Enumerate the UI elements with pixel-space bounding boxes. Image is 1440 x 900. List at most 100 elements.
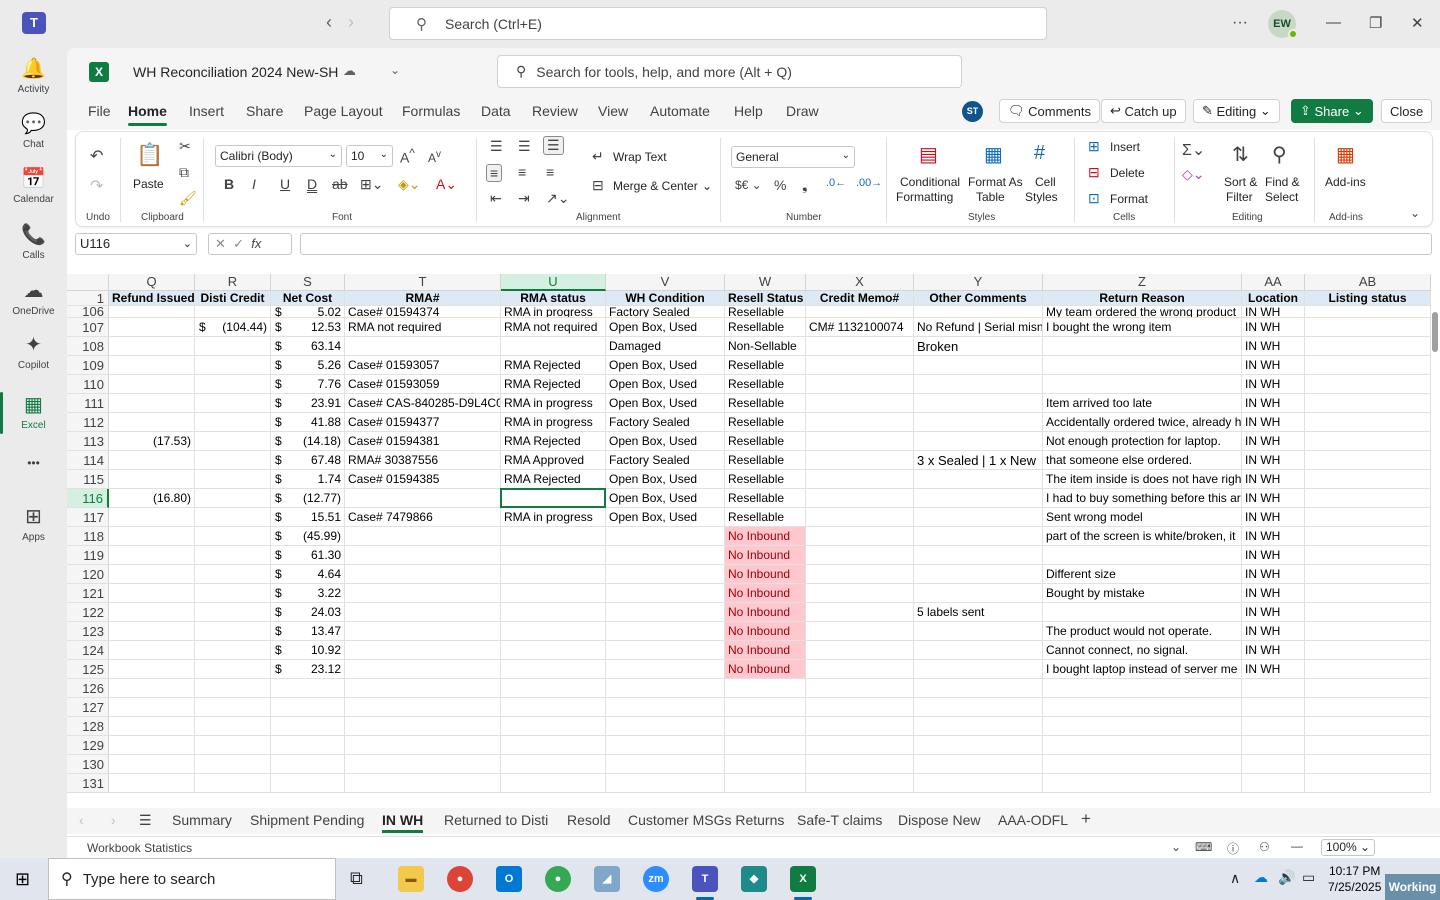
cell-r116[interactable] (195, 489, 271, 508)
cell-s117[interactable]: $15.51 (271, 508, 345, 527)
paste-icon[interactable]: 📋 (136, 142, 163, 168)
column-header-s[interactable]: S (271, 274, 345, 291)
cell-ab113[interactable] (1305, 432, 1431, 451)
wrap-text-icon[interactable]: ↵ (592, 148, 604, 165)
cell-q118[interactable] (109, 527, 195, 546)
vertical-scrollbar[interactable] (1432, 312, 1438, 352)
column-title-aa[interactable]: Location (1242, 291, 1305, 306)
borders-icon[interactable]: ⊞⌄ (360, 176, 383, 193)
onedrive-tray-icon[interactable]: ☁ (1254, 869, 1268, 886)
tab-data[interactable]: Data (481, 103, 511, 119)
sheet-tab-shipment-pending[interactable]: Shipment Pending (250, 812, 364, 828)
row-header-124[interactable]: 124 (67, 641, 109, 660)
cell-r117[interactable] (195, 508, 271, 527)
cell-z124[interactable]: Cannot connect, no signal. (1043, 641, 1242, 660)
cell-y110[interactable] (914, 375, 1043, 394)
cell-r126[interactable] (195, 679, 271, 698)
name-box[interactable]: U116 ⌄ (75, 233, 197, 255)
cell-s114[interactable]: $67.48 (271, 451, 345, 470)
row-header-118[interactable]: 118 (67, 527, 109, 546)
cell-y128[interactable] (914, 717, 1043, 736)
row-header-127[interactable]: 127 (67, 698, 109, 717)
number-format-select[interactable]: General ⌄ (731, 146, 855, 168)
cell-z127[interactable] (1043, 698, 1242, 717)
cell-t128[interactable] (345, 717, 501, 736)
tab-formulas[interactable]: Formulas (402, 103, 460, 119)
sheet-tab-customer-msgs-returns[interactable]: Customer MSGs Returns (628, 812, 784, 828)
chrome-profile-icon[interactable]: ● (545, 866, 571, 892)
tab-home[interactable]: Home (128, 103, 167, 126)
cell-w109[interactable]: Resellable (725, 356, 806, 375)
cell-styles-icon[interactable]: # (1034, 142, 1045, 165)
cell-z129[interactable] (1043, 736, 1242, 755)
cell-v123[interactable] (606, 622, 725, 641)
cell-z110[interactable] (1043, 375, 1242, 394)
cell-t127[interactable] (345, 698, 501, 717)
row-header-111[interactable]: 111 (67, 394, 109, 413)
align-center-icon[interactable]: ≡ (518, 164, 526, 180)
cell-w118[interactable]: No Inbound (725, 527, 806, 546)
cell-w123[interactable]: No Inbound (725, 622, 806, 641)
cell-w116[interactable]: Resellable (725, 489, 806, 508)
cell-r118[interactable] (195, 527, 271, 546)
merge-center-button[interactable]: Merge & Center (613, 179, 698, 193)
cell-q108[interactable] (109, 337, 195, 356)
tab-file[interactable]: File (88, 103, 111, 119)
cell-x115[interactable] (806, 470, 914, 489)
cell-t126[interactable] (345, 679, 501, 698)
cell-r115[interactable] (195, 470, 271, 489)
cell-ab120[interactable] (1305, 565, 1431, 584)
cell-z112[interactable]: Accidentally ordered twice, already h (1043, 413, 1242, 432)
cell-w120[interactable]: No Inbound (725, 565, 806, 584)
cell-y126[interactable] (914, 679, 1043, 698)
cell-aa118[interactable]: IN WH (1242, 527, 1305, 546)
cell-y113[interactable] (914, 432, 1043, 451)
tab-review[interactable]: Review (532, 103, 578, 119)
cell-q112[interactable] (109, 413, 195, 432)
decrease-font-icon[interactable]: Av (428, 149, 441, 165)
conditional-formatting-icon[interactable]: ▤ (919, 142, 938, 167)
cell-w111[interactable]: Resellable (725, 394, 806, 413)
cell-z128[interactable] (1043, 717, 1242, 736)
zoom-select[interactable]: 100% ⌄ (1321, 839, 1375, 856)
cell-aa126[interactable] (1242, 679, 1305, 698)
cell-t111[interactable]: Case# CAS-840285-D9L4C0-1 (345, 394, 501, 413)
add-ins-icon[interactable]: ▦ (1336, 142, 1355, 167)
cell-ab111[interactable] (1305, 394, 1431, 413)
cell-y107[interactable]: No Refund | Serial misn (914, 318, 1043, 337)
cut-icon[interactable]: ✂ (179, 138, 191, 155)
sheet-tab-safe-t-claims[interactable]: Safe-T claims (797, 812, 882, 828)
cell-aa130[interactable] (1242, 755, 1305, 774)
sheet-tab-dispose-new[interactable]: Dispose New (898, 812, 980, 828)
cell-u118[interactable] (501, 527, 606, 546)
cell-s128[interactable] (271, 717, 345, 736)
cell-ab126[interactable] (1305, 679, 1431, 698)
column-title-q[interactable]: Refund Issued (109, 291, 195, 306)
cell-q106[interactable] (109, 306, 195, 318)
cancel-icon[interactable]: ✕ (215, 236, 226, 251)
cell-v106[interactable]: Factory Sealed (606, 306, 725, 318)
cell-x107[interactable]: CM# 1132100074 (806, 318, 914, 337)
column-header-aa[interactable]: AA (1242, 274, 1305, 291)
cell-s112[interactable]: $41.88 (271, 413, 345, 432)
cell-t119[interactable] (345, 546, 501, 565)
increase-font-icon[interactable]: A^ (400, 147, 415, 166)
redo-icon[interactable]: ↷ (90, 176, 103, 196)
cell-x114[interactable] (806, 451, 914, 470)
cell-q127[interactable] (109, 698, 195, 717)
cell-t106[interactable]: Case# 01594374 (345, 306, 501, 318)
cell-ab130[interactable] (1305, 755, 1431, 774)
cell-q125[interactable] (109, 660, 195, 679)
cell-aa123[interactable]: IN WH (1242, 622, 1305, 641)
cell-w110[interactable]: Resellable (725, 375, 806, 394)
rail-item-onedrive[interactable]: ☁ OneDrive (0, 278, 67, 317)
cell-u123[interactable] (501, 622, 606, 641)
cell-aa122[interactable]: IN WH (1242, 603, 1305, 622)
cell-v117[interactable]: Open Box, Used (606, 508, 725, 527)
sheet-tab-aaa-odfl[interactable]: AAA-ODFL (998, 812, 1068, 828)
underline-icon[interactable]: U (280, 176, 290, 192)
forward-arrow-icon[interactable]: › (348, 12, 370, 32)
tab-insert[interactable]: Insert (189, 103, 224, 119)
cell-q126[interactable] (109, 679, 195, 698)
taskbar-search-input[interactable]: ⚲ Type here to search (48, 858, 336, 900)
